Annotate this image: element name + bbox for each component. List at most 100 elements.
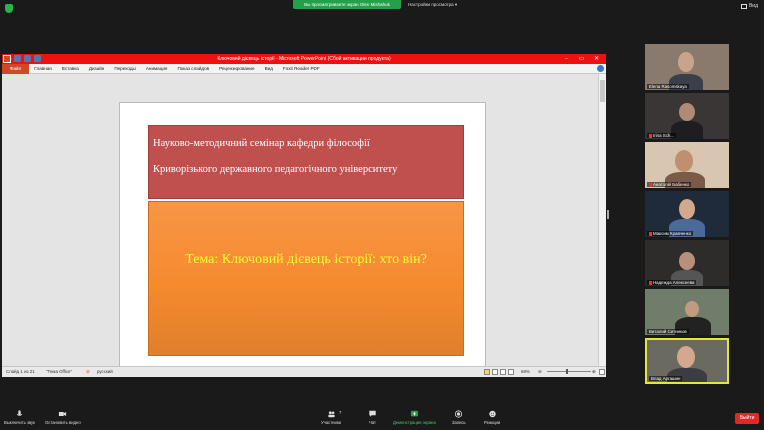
participant-name: Надежда Алексеева (647, 280, 697, 285)
vertical-scrollbar[interactable] (598, 74, 606, 366)
participant-tile[interactable]: Elena Rasomskaya (645, 44, 729, 90)
participant-name-label: Влад Аргашин (651, 376, 681, 381)
reading-view-icon[interactable] (500, 369, 506, 375)
tab-insert[interactable]: Вставка (57, 64, 84, 74)
zoom-level[interactable]: 68% (521, 367, 530, 377)
participant-video (679, 199, 695, 219)
tab-home[interactable]: Главная (29, 64, 56, 74)
maximize-icon[interactable]: ▭ (574, 54, 589, 64)
participant-name-label: Анатолій Бабенко (653, 182, 690, 187)
view-label: Вид (748, 3, 758, 9)
mute-label: Выключить звук (4, 420, 35, 425)
participants-count: 7 (339, 410, 342, 415)
participant-video (679, 252, 695, 270)
grid-view-icon (740, 3, 747, 9)
undo-icon[interactable] (24, 55, 31, 62)
muted-mic-icon (649, 133, 652, 138)
participant-video (678, 52, 694, 72)
tab-slideshow[interactable]: Показ слайдов (172, 64, 214, 74)
sorter-view-icon[interactable] (492, 369, 498, 375)
view-options-menu[interactable]: Настройки просмотра ▾ (408, 0, 457, 9)
ppt-titlebar: Ключовий дієвець історії - Microsoft Pow… (2, 54, 606, 64)
view-button[interactable]: Вид (740, 3, 758, 9)
participant-name: Виталий Ситников (647, 329, 689, 334)
record-button[interactable]: Запись (452, 410, 466, 425)
redo-icon[interactable] (34, 55, 41, 62)
slide-header-box[interactable]: Науково-методичний семінар кафедри філос… (148, 125, 464, 199)
chat-button[interactable]: Чат (368, 410, 377, 425)
powerpoint-window: Ключовий дієвець історії - Microsoft Pow… (2, 54, 606, 377)
zoom-slider[interactable] (547, 371, 591, 372)
participant-name: Максим Кравченко (647, 231, 694, 236)
participant-name-label: Надежда Алексеева (653, 280, 695, 285)
view-options-label: Настройки просмотра (408, 2, 454, 7)
panel-resize-handle[interactable] (607, 210, 609, 219)
normal-view-icon[interactable] (484, 369, 490, 375)
ppt-status-bar: Слайд 1 из 21 "Тема Office" ⊘ русский 68… (2, 366, 606, 377)
participant-tile[interactable]: Виталий Ситников (645, 289, 729, 335)
tab-file[interactable]: Файл (2, 63, 30, 74)
stop-video-label: Остановить видео (45, 420, 81, 425)
save-icon[interactable] (14, 55, 21, 62)
ppt-window-title: Ключовий дієвець історії - Microsoft Pow… (217, 56, 391, 62)
tab-review[interactable]: Рецензирование (214, 64, 259, 74)
fit-window-icon[interactable] (599, 369, 605, 375)
slide[interactable]: Науково-методичний семінар кафедри філос… (119, 102, 486, 377)
chat-label: Чат (369, 420, 376, 425)
participant-tile[interactable]: Максим Кравченко (645, 191, 729, 237)
participant-tile[interactable]: Анатолій Бабенко (645, 142, 729, 188)
slideshow-view-icon[interactable] (508, 369, 514, 375)
mute-button[interactable]: Выключить звук (4, 410, 35, 425)
minimize-icon[interactable]: – (559, 54, 574, 64)
quick-access-toolbar (14, 55, 41, 62)
zoom-in-icon[interactable]: ⊕ (592, 367, 596, 377)
scrollbar-thumb[interactable] (600, 80, 605, 102)
slide-header-line1: Науково-методичний семінар кафедри філос… (153, 138, 370, 149)
participant-tile[interactable]: Irina Sch... (645, 93, 729, 139)
record-icon (455, 410, 463, 418)
tab-transitions[interactable]: Переходы (109, 64, 141, 74)
tab-view[interactable]: Вид (260, 64, 278, 74)
zoom-meeting-window: Вы просматриваете экран Olen Mishahuk На… (0, 0, 764, 430)
leave-meeting-button[interactable]: Выйти (735, 413, 759, 424)
participants-button[interactable]: Участники (321, 410, 341, 425)
muted-mic-icon (649, 182, 652, 187)
participant-video (677, 346, 695, 368)
share-screen-label: Демонстрация экрана (393, 420, 436, 425)
participant-name: Влад Аргашин (649, 376, 683, 381)
participant-name-label: Irina Sch... (653, 133, 674, 138)
participant-tile[interactable]: Надежда Алексеева (645, 240, 729, 286)
security-shield-icon[interactable] (5, 4, 13, 13)
reactions-button[interactable]: Реакции (484, 410, 500, 425)
smiley-icon (488, 410, 496, 418)
slide-counter: Слайд 1 из 21 (6, 369, 35, 374)
stop-video-button[interactable]: Остановить видео (45, 410, 81, 425)
participant-video (675, 150, 693, 172)
tab-design[interactable]: Дизайн (84, 64, 109, 74)
screen-share-notice: Вы просматриваете экран Olen Mishahuk (293, 0, 401, 9)
zoom-out-icon[interactable]: ⊖ (538, 367, 542, 377)
tab-foxit[interactable]: Foxit Reader PDF (278, 64, 325, 74)
help-icon[interactable] (597, 65, 604, 72)
reactions-label: Реакции (484, 420, 501, 425)
muted-mic-icon (649, 280, 652, 285)
slide-body-box[interactable]: Тема: Ключовий дієвець історії: хто він? (148, 201, 464, 356)
participant-name-label: Максим Кравченко (653, 231, 692, 236)
spellcheck-icon[interactable]: ⊘ (86, 367, 90, 377)
participant-tile-active-speaker[interactable]: Влад Аргашин (645, 338, 729, 384)
share-screen-button[interactable]: Демонстрация экрана (393, 410, 436, 425)
chat-icon (369, 410, 376, 417)
participant-video (679, 103, 695, 121)
share-screen-icon (410, 410, 418, 417)
language-label: русский (97, 369, 113, 374)
video-camera-icon (59, 412, 67, 416)
zoom-slider-knob[interactable] (566, 369, 568, 374)
powerpoint-logo-icon (3, 55, 11, 63)
participants-icon (327, 411, 335, 418)
tab-animations[interactable]: Анимация (141, 64, 173, 74)
close-icon[interactable]: ✕ (589, 54, 604, 64)
theme-name: "Тема Office" (46, 369, 73, 374)
slide-header-line2: Криворізького державного педагогічного у… (153, 164, 398, 175)
participant-name: Анатолій Бабенко (647, 182, 692, 187)
ribbon-tabs: Файл Главная Вставка Дизайн Переходы Ани… (2, 63, 606, 74)
